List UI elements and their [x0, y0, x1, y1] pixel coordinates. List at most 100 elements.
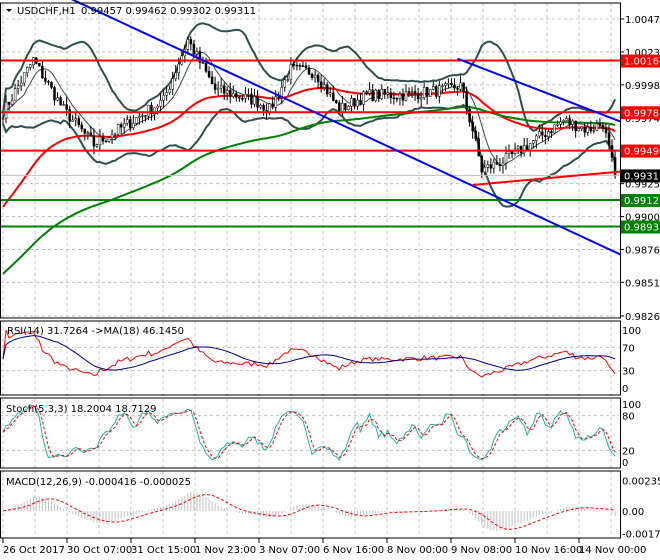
candle-body [165, 92, 168, 96]
candle-body [492, 161, 496, 169]
candle-body [107, 137, 111, 142]
price-axis: 1.004751.002300.999850.997400.992500.990… [620, 15, 660, 540]
candle-body [480, 155, 483, 173]
candle-body [10, 99, 14, 105]
candle-body [453, 84, 456, 89]
candle-body [438, 85, 441, 97]
candle-body [232, 93, 235, 97]
candle-body [395, 98, 399, 100]
candle-body [516, 146, 520, 150]
candle-body [353, 98, 356, 107]
candle-body [138, 116, 141, 118]
candle-body [253, 96, 256, 105]
candle-body [119, 124, 123, 128]
candle-body [432, 86, 435, 90]
axis-label: 1.00475 [625, 15, 660, 26]
candle-body [274, 96, 277, 108]
candle-body [562, 120, 565, 123]
time-label: 31 Oct 15:00 [131, 545, 196, 556]
candle-body [280, 86, 284, 97]
candle-body [113, 133, 117, 136]
grid [0, 3, 620, 538]
candle-body [192, 43, 196, 55]
candle-body [350, 98, 353, 107]
axis-label: 0.99985 [625, 81, 660, 92]
candle-body [207, 71, 211, 78]
candle-body [189, 39, 193, 45]
candle-body [83, 128, 87, 134]
candle-body [425, 87, 429, 97]
candle-body [29, 64, 32, 68]
time-label: 6 Nov 16:00 [323, 545, 384, 556]
candle-body [598, 123, 602, 126]
candle-body [435, 86, 438, 97]
candle-body [525, 145, 529, 150]
candle-body [310, 73, 314, 78]
candle-body [219, 85, 223, 89]
candle-body [53, 87, 56, 101]
candle-body [335, 100, 338, 103]
candle-body [571, 120, 574, 125]
candle-body [574, 120, 577, 132]
candle-body [156, 105, 159, 109]
candle-body [101, 136, 105, 142]
candle-body [47, 81, 50, 83]
candle-body [95, 144, 99, 147]
chart-header: USDCHF,H1 0.99457 0.99462 0.99302 0.9931… [6, 6, 256, 17]
chart-window[interactable]: 1.004751.002300.999850.997400.992500.990… [0, 0, 660, 560]
candle-body [504, 153, 508, 164]
candle-body [298, 65, 302, 67]
candle-body [225, 90, 229, 94]
candle-body [422, 87, 426, 98]
candle-body [450, 83, 453, 85]
candle-body [325, 84, 329, 95]
candle-body [56, 97, 59, 101]
candle-body [592, 130, 596, 132]
candle-body [177, 63, 180, 73]
candle-body [389, 92, 393, 99]
candle-body [550, 131, 553, 134]
candle-body [216, 87, 220, 90]
candle-body [444, 83, 447, 86]
candle-body [410, 91, 414, 93]
candle-body [316, 74, 320, 83]
candle-body [586, 126, 590, 133]
candle-body [359, 99, 362, 105]
candle-body [74, 118, 77, 121]
rsi-panel[interactable] [0, 329, 620, 378]
axis-label: 0.98515 [625, 278, 660, 289]
candle-body [41, 65, 44, 79]
candle-body [210, 76, 214, 85]
candle-body [601, 125, 605, 129]
ohlc-label: 0.99457 0.99462 0.99302 0.99311 [81, 6, 256, 17]
candle-body [404, 91, 408, 101]
candle-body [110, 134, 114, 139]
candle-body [250, 93, 253, 105]
time-label: 9 Nov 08:00 [451, 545, 512, 556]
candle-body [416, 93, 420, 100]
candle-body [1, 118, 5, 120]
candle-body [377, 89, 380, 99]
candle-body [171, 78, 174, 90]
candle-body [522, 145, 526, 154]
rsi-axis-label: 0 [622, 384, 628, 395]
symbol-label: USDCHF,H1 [17, 6, 76, 17]
candle-body [471, 121, 474, 132]
candle-body [386, 92, 390, 95]
macd-label: MACD(12,26,9) -0.000416 -0.000025 [6, 477, 191, 488]
candle-body [356, 99, 359, 107]
candle-body [428, 89, 432, 97]
price-panel[interactable] [0, 0, 622, 275]
candle-body [407, 91, 411, 93]
candle-body [401, 93, 405, 101]
candle-body [162, 94, 165, 101]
candle-body [116, 124, 120, 135]
macd-axis-label: 0.002354 [622, 476, 660, 487]
candle-body [135, 117, 138, 124]
candle-body [98, 136, 102, 146]
macd-panel[interactable] [2, 492, 616, 531]
candle-body [59, 97, 62, 106]
price-badge-label: 0.99781 [624, 108, 660, 119]
candle-body [289, 64, 293, 80]
candle-body [238, 96, 241, 99]
